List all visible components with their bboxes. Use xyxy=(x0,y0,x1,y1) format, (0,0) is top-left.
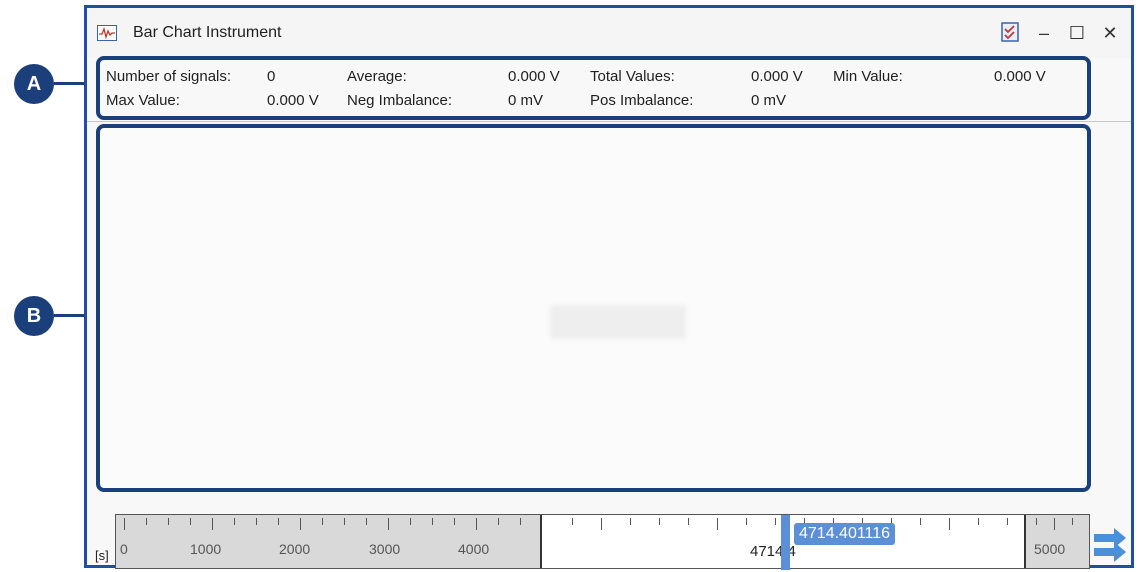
timeline-tick xyxy=(920,518,921,525)
tick-label-4000: 4000 xyxy=(458,541,490,557)
timeline-tick xyxy=(124,518,125,530)
timeline-tick xyxy=(601,518,602,530)
stat-label-pos-imbalance: Pos Imbalance: xyxy=(590,92,694,109)
timeline-tick xyxy=(146,518,147,525)
maximize-button[interactable]: ☐ xyxy=(1066,22,1088,44)
bar-chart-instrument-window: Bar Chart Instrument – ☐ ✕ Number of sig… xyxy=(84,5,1134,570)
statistics-panel: Number of signals: 0 Average: 0.000 V To… xyxy=(96,56,1091,120)
tick-label-3000: 3000 xyxy=(369,541,401,557)
stat-label-min-value: Min Value: xyxy=(833,68,903,85)
timeline-tick xyxy=(300,518,301,530)
timeline-tick xyxy=(688,518,689,525)
stat-value-neg-imbalance: 0 mV xyxy=(508,92,544,109)
timeline-tick xyxy=(572,518,573,525)
timeline-tick xyxy=(1007,518,1008,525)
timeline-tick xyxy=(498,518,499,525)
timeline-tick xyxy=(212,518,213,530)
panel-divider xyxy=(87,121,1131,122)
tick-label-2000: 2000 xyxy=(279,541,311,557)
window-title: Bar Chart Instrument xyxy=(133,24,282,41)
blurred-placeholder xyxy=(550,305,686,339)
stat-label-total-values: Total Values: xyxy=(590,68,675,85)
stat-label-number-of-signals: Number of signals: xyxy=(106,68,232,85)
title-bar[interactable]: Bar Chart Instrument – ☐ ✕ xyxy=(87,8,1131,58)
bar-chart-area[interactable] xyxy=(96,124,1091,492)
stat-value-number-of-signals: 0 xyxy=(267,68,276,85)
timeline-tick xyxy=(454,518,455,525)
timeline-tick xyxy=(234,518,235,525)
timeline-tick xyxy=(476,518,477,530)
timeline-tick xyxy=(520,518,521,525)
close-button[interactable]: ✕ xyxy=(1099,22,1121,44)
tick-label-0: 0 xyxy=(120,541,128,557)
callout-b: B xyxy=(14,296,54,336)
tick-label-5000: 5000 xyxy=(1034,541,1066,557)
time-cursor-value: 4714.401116 xyxy=(794,523,896,545)
minimize-button[interactable]: – xyxy=(1033,22,1055,44)
tick-label-1000: 1000 xyxy=(190,541,222,557)
timeline-tick xyxy=(630,518,631,525)
time-slider[interactable]: 0 1000 2000 3000 4000 5000 4714.4 4714.4… xyxy=(115,514,1090,570)
timeline-tick xyxy=(717,518,718,530)
timeline-tick xyxy=(432,518,433,525)
stat-value-min-value: 0.000 V xyxy=(994,68,1046,85)
timeline-tick xyxy=(256,518,257,525)
timeline-tick xyxy=(366,518,367,525)
time-cursor-handle[interactable] xyxy=(781,515,790,570)
timeline-tick xyxy=(168,518,169,525)
timeline-tick xyxy=(322,518,323,525)
waveform-icon xyxy=(97,25,117,41)
time-axis-unit: [s] xyxy=(95,548,109,563)
timeline-tick xyxy=(949,518,950,530)
timeline-tick xyxy=(1072,518,1073,525)
properties-icon[interactable] xyxy=(999,22,1021,44)
stat-value-average: 0.000 V xyxy=(508,68,560,85)
callout-a: A xyxy=(14,64,54,104)
timeline-tick xyxy=(978,518,979,525)
stat-value-pos-imbalance: 0 mV xyxy=(751,92,787,109)
timeline-tick xyxy=(410,518,411,525)
timeline-tick xyxy=(388,518,389,530)
timeline-tick xyxy=(1036,518,1037,525)
stat-label-max-value: Max Value: xyxy=(106,92,180,109)
timeline-tick xyxy=(1054,518,1055,530)
stat-label-neg-imbalance: Neg Imbalance: xyxy=(347,92,453,109)
timeline-tick xyxy=(344,518,345,525)
timeline-tick xyxy=(190,518,191,525)
timeline-tick xyxy=(775,518,776,525)
timeline-tick xyxy=(659,518,660,525)
stat-label-average: Average: xyxy=(347,68,407,85)
timeline-tick xyxy=(746,518,747,525)
timeline-tick xyxy=(278,518,279,525)
stat-value-max-value: 0.000 V xyxy=(267,92,319,109)
double-arrow-right-icon[interactable] xyxy=(1092,526,1128,562)
stat-value-total-values: 0.000 V xyxy=(751,68,803,85)
